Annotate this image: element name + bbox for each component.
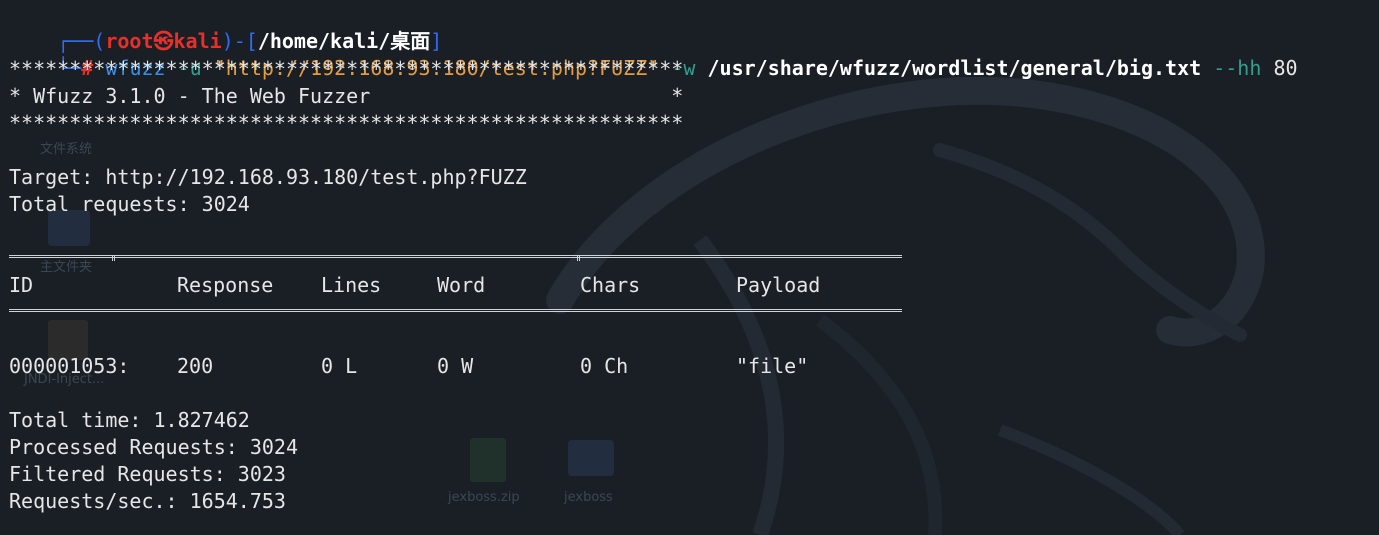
command-value: 80 — [1273, 56, 1298, 80]
column-header-chars: Chars — [580, 273, 641, 297]
total-requests-line: Total requests: 3024 — [9, 192, 250, 216]
column-header-id: ID — [9, 273, 34, 297]
table-column-divider — [577, 255, 580, 261]
banner-border: ****************************************… — [9, 111, 684, 135]
cell-lines: 0 L — [321, 354, 358, 378]
processed-requests-line: Processed Requests: 3024 — [9, 435, 298, 459]
column-header-lines: Lines — [321, 273, 382, 297]
cell-chars: 0 Ch — [580, 354, 629, 378]
column-header-payload: Payload — [736, 273, 821, 297]
table-column-divider — [112, 255, 115, 261]
terminal-output[interactable]: ┌──(root㉿kali)-[/home/kali/桌面] └─# wfuzz… — [9, 0, 1379, 535]
column-header-response: Response — [177, 273, 274, 297]
cell-payload: "file" — [736, 354, 809, 378]
shell-prompt: ┌──(root㉿kali)-[/home/kali/桌面] — [9, 1, 442, 53]
filtered-requests-line: Filtered Requests: 3023 — [9, 462, 286, 486]
banner-title: * Wfuzz 3.1.0 - The Web Fuzzer * — [9, 84, 684, 108]
command-wordlist: /usr/share/wfuzz/wordlist/general/big.tx… — [707, 56, 1202, 80]
table-border-top — [9, 255, 902, 258]
total-time-line: Total time: 1.827462 — [9, 408, 250, 432]
command-option: --hh — [1213, 56, 1262, 80]
command-line: └─# wfuzz -u "http://192.168.93.180/test… — [9, 28, 1297, 80]
target-line: Target: http://192.168.93.180/test.php?F… — [9, 165, 527, 189]
requests-per-sec-line: Requests/sec.: 1654.753 — [9, 489, 286, 513]
cell-id: 000001053: — [9, 354, 130, 378]
banner-border: ****************************************… — [9, 57, 684, 81]
cell-response: 200 — [177, 354, 214, 378]
cell-word: 0 W — [437, 354, 474, 378]
column-header-word: Word — [437, 273, 486, 297]
table-border-header — [9, 309, 902, 312]
